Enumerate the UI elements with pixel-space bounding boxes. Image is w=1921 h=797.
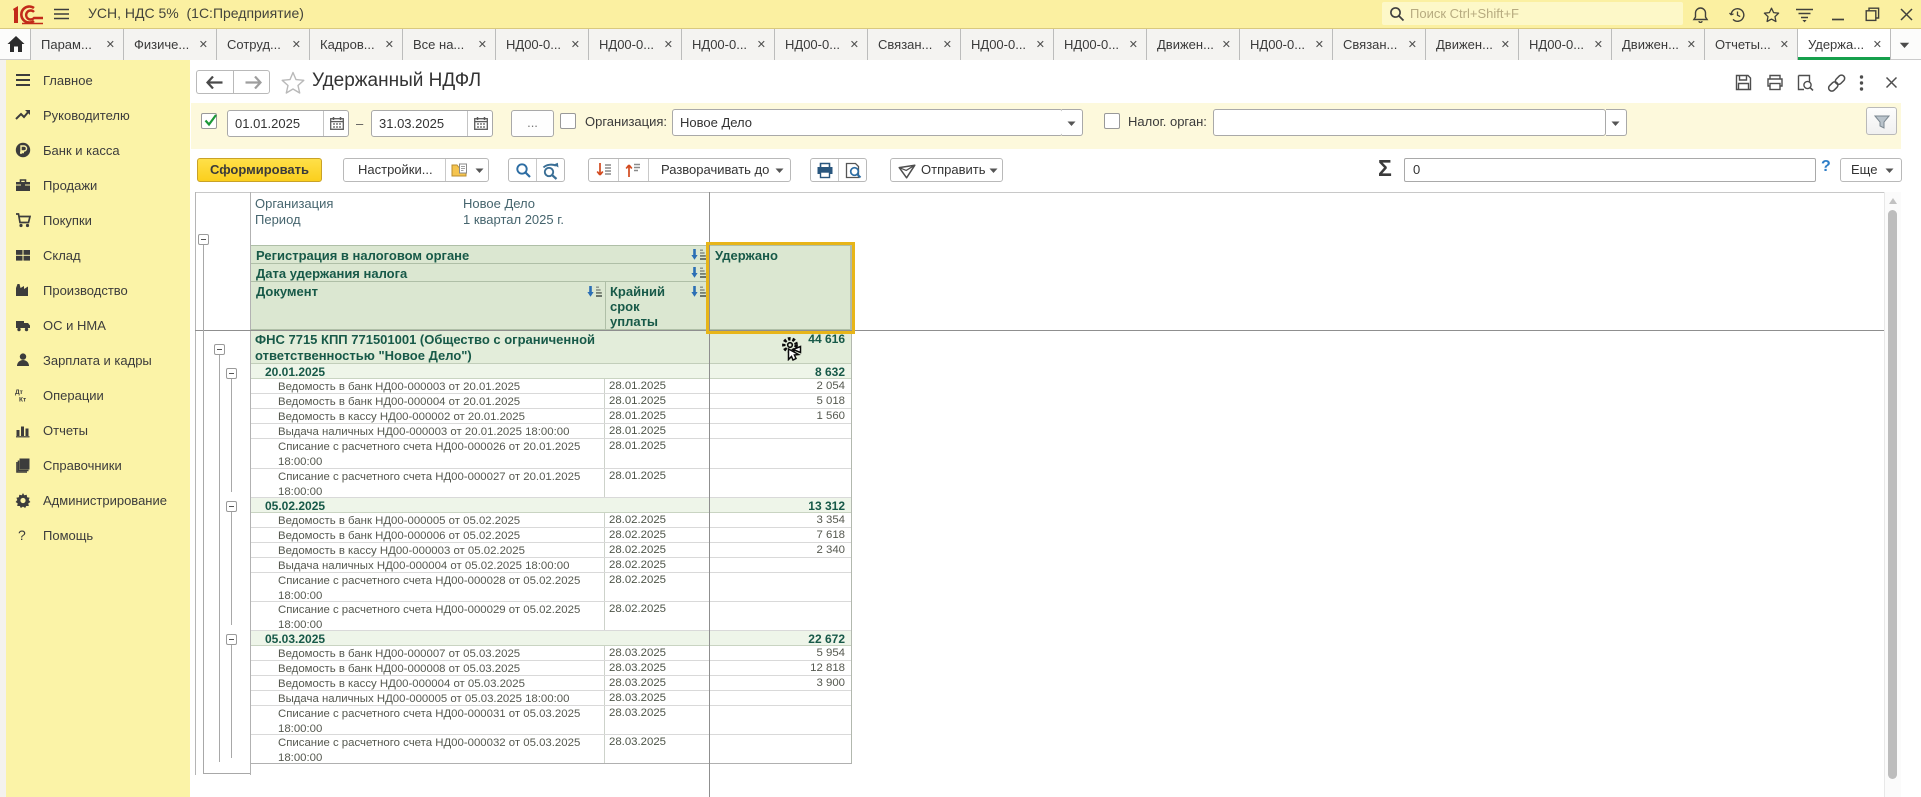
svg-text:Дт: Дт	[15, 389, 23, 396]
svg-text:?: ?	[18, 527, 26, 543]
svg-text:Кт: Кт	[19, 397, 26, 404]
